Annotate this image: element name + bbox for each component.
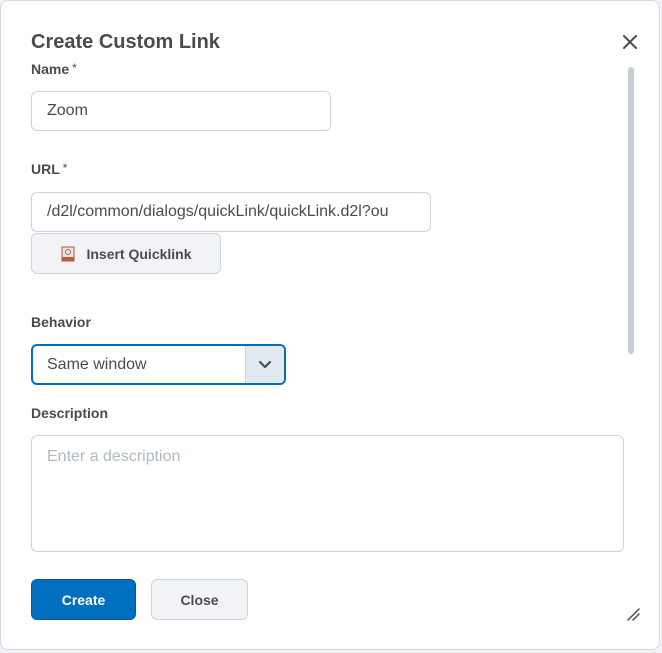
close-icon-glyph: [623, 35, 637, 49]
scrollbar-thumb[interactable]: [628, 67, 634, 354]
insert-quicklink-label: Insert Quicklink: [86, 245, 192, 262]
name-label: Name *: [31, 61, 77, 77]
url-label: URL *: [31, 161, 67, 177]
url-input[interactable]: [31, 192, 431, 232]
name-required-mark: *: [72, 61, 77, 75]
url-label-text: URL: [31, 161, 60, 177]
name-label-text: Name: [31, 61, 70, 77]
quicklink-icon: [60, 246, 76, 262]
close-icon[interactable]: [620, 33, 640, 53]
close-button[interactable]: Close: [151, 579, 248, 620]
resize-handle-icon[interactable]: [625, 606, 641, 622]
insert-quicklink-button[interactable]: Insert Quicklink: [31, 233, 221, 274]
dialog-title: Create Custom Link: [31, 31, 220, 53]
create-button[interactable]: Create: [31, 579, 136, 620]
behavior-label: Behavior: [31, 314, 91, 330]
chevron-down-icon: [245, 346, 284, 383]
description-textarea[interactable]: [31, 435, 624, 552]
url-required-mark: *: [62, 161, 68, 175]
name-input[interactable]: [31, 91, 331, 131]
create-custom-link-dialog: Create Custom Link Name* URL* Insert Qui…: [0, 0, 660, 650]
behavior-selected-value: Same window: [47, 355, 147, 373]
behavior-select[interactable]: Same window: [31, 344, 286, 385]
description-label: Description: [31, 405, 109, 421]
